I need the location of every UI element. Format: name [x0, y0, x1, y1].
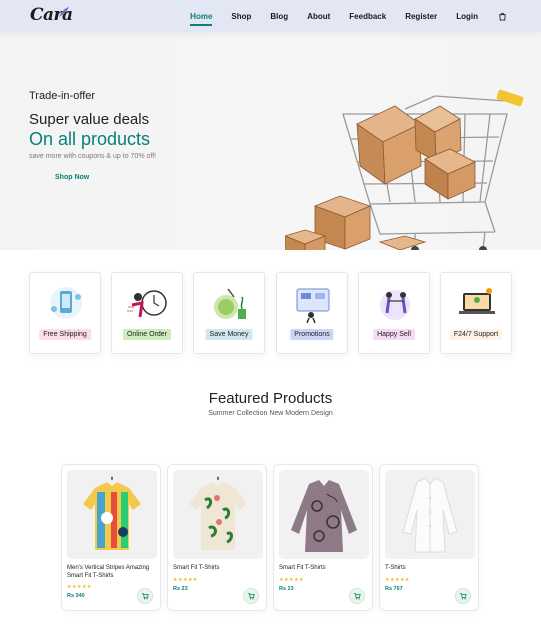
cart-icon	[247, 593, 255, 600]
hero-title-highlight: On all products	[29, 129, 151, 149]
feature-label: Free Shipping	[39, 329, 91, 340]
nav-feedback[interactable]: Feedback	[349, 12, 386, 21]
hero-title: Super value deals	[29, 111, 150, 128]
product-card[interactable]: Smart Fit T-Shirts ★★★★★ Rs 23	[167, 464, 267, 611]
product-price: Rs 23	[279, 586, 294, 592]
product-card[interactable]: Men's Vertical Stripes Amazing Smart Fit…	[61, 464, 161, 611]
nav-shop[interactable]: Shop	[231, 12, 251, 21]
free-shipping-illustration	[50, 287, 82, 319]
feature-card-free-shipping: Free Shipping	[29, 272, 101, 354]
hero-subtitle: save more with coupons & up to 70% off!	[29, 153, 157, 160]
nav-blog[interactable]: Blog	[270, 12, 288, 21]
add-to-cart-button[interactable]	[349, 588, 365, 604]
shopping-cart-with-boxes-image	[285, 89, 524, 250]
shirt-image	[291, 480, 357, 552]
shirt-image	[402, 477, 458, 553]
cart-icon	[459, 593, 467, 600]
add-to-cart-button[interactable]	[455, 588, 471, 604]
rating-stars: ★★★★★	[279, 577, 304, 583]
product-image	[67, 470, 157, 559]
promotions-illustration	[296, 288, 330, 323]
add-to-cart-button[interactable]	[137, 588, 153, 604]
feature-label: Online Order	[122, 329, 172, 340]
hero-banner: Trade-in-offer Super value deals On all …	[0, 32, 541, 250]
product-card[interactable]: T-Shirts ★★★★★ Rs 767	[379, 464, 479, 611]
product-card[interactable]: Smart Fit T-Shirts ★★★★★ Rs 23	[273, 464, 373, 611]
shirt-image	[83, 476, 141, 550]
feature-label: F24/7 Support	[449, 329, 503, 340]
support-illustration	[459, 288, 495, 314]
product-price: Rs 767	[385, 586, 403, 592]
save-money-illustration	[214, 288, 246, 319]
rating-stars: ★★★★★	[173, 577, 198, 583]
product-name: Smart Fit T-Shirts	[173, 565, 220, 571]
featured-products-title: Featured Products	[208, 390, 333, 407]
shop-now-button[interactable]: Shop Now	[55, 174, 89, 181]
online-order-illustration	[127, 290, 167, 318]
feature-label: Happy Sell	[373, 329, 415, 340]
site-header: Cara Home Shop Blog About Feedback Regis…	[0, 0, 541, 32]
feature-card-promotions: Promotions	[276, 272, 348, 354]
leaf-icon	[59, 7, 69, 17]
product-price: Rs 23	[173, 586, 188, 592]
product-name: T-Shirts	[385, 565, 406, 571]
product-image	[279, 470, 369, 559]
product-image	[385, 470, 475, 559]
add-to-cart-button[interactable]	[243, 588, 259, 604]
shopping-bag-icon[interactable]	[498, 12, 507, 21]
feature-card-happy-sell: Happy Sell	[358, 272, 430, 354]
product-price: Rs 340	[67, 593, 85, 599]
rating-stars: ★★★★★	[385, 577, 410, 583]
nav-register[interactable]: Register	[405, 12, 437, 21]
main-nav: Home Shop Blog About Feedback Register L…	[171, 0, 507, 32]
nav-login[interactable]: Login	[456, 12, 478, 21]
feature-card-online-order: Online Order	[111, 272, 183, 354]
feature-label: Save Money	[205, 329, 253, 340]
hero-eyebrow: Trade-in-offer	[29, 90, 96, 102]
product-name: Smart Fit T-Shirts	[279, 565, 326, 571]
features-section: Free Shipping Online Order Save Money Pr…	[29, 272, 513, 354]
nav-home[interactable]: Home	[190, 12, 213, 26]
feature-card-save-money: Save Money	[193, 272, 265, 354]
product-name: Men's Vertical Stripes Amazing Smart Fit…	[67, 565, 150, 579]
feature-label: Promotions	[290, 329, 334, 340]
product-image	[173, 470, 263, 559]
happy-sell-illustration	[380, 290, 410, 320]
featured-products-subtitle: Summer Collection New Modern Design	[208, 410, 333, 417]
cart-icon	[141, 593, 149, 600]
shirt-image	[189, 476, 247, 550]
feature-card-support: F24/7 Support	[440, 272, 512, 354]
rating-stars: ★★★★★	[67, 584, 92, 590]
nav-about[interactable]: About	[307, 12, 330, 21]
cart-icon	[353, 593, 361, 600]
